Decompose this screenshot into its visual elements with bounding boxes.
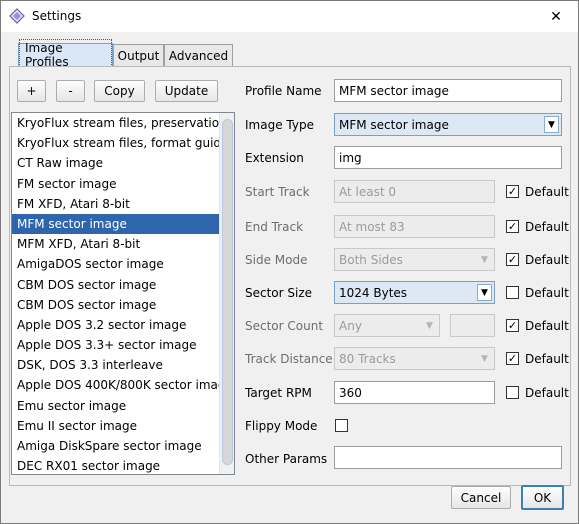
- profile-list-item[interactable]: MFM sector image: [12, 213, 234, 235]
- target-rpm-default-checkbox[interactable]: [506, 386, 519, 399]
- other-params-input[interactable]: [334, 446, 562, 469]
- profile-list-item[interactable]: CBM DOS sector image: [12, 275, 234, 295]
- track-distance-label: Track Distance: [245, 352, 333, 366]
- track-distance-select[interactable]: 80 Tracks ▼: [334, 347, 495, 370]
- title-bar: Settings ✕: [1, 1, 578, 32]
- sector-count-value: Any: [339, 318, 362, 333]
- tab-label: Output: [117, 48, 160, 63]
- sector-count-label: Sector Count: [245, 319, 324, 333]
- image-type-select[interactable]: MFM sector image ▼: [334, 113, 562, 136]
- profile-list-item[interactable]: FM sector image: [12, 174, 234, 194]
- sector-size-label: Sector Size: [245, 286, 313, 300]
- chevron-down-icon[interactable]: ▼: [477, 350, 492, 367]
- profile-list-item[interactable]: Apple DOS 3.3+ sector image: [12, 335, 234, 355]
- profile-list-item[interactable]: DEC RX01 sector image: [12, 456, 234, 474]
- end-track-default-checkbox[interactable]: ✓: [506, 220, 519, 233]
- target-rpm-input[interactable]: 360: [334, 381, 495, 404]
- sector-size-select[interactable]: 1024 Bytes ▼: [334, 281, 495, 304]
- profile-list-items: KryoFlux stream files, preservation KryoF…: [12, 113, 234, 474]
- profile-name-label: Profile Name: [245, 84, 322, 98]
- profile-list-item[interactable]: Emu sector image: [12, 396, 234, 416]
- profile-list-item[interactable]: CBM DOS sector image: [12, 295, 234, 315]
- tab-image-profiles[interactable]: Image Profiles: [18, 39, 113, 71]
- profile-list-item[interactable]: AmigaDOS sector image: [12, 254, 234, 274]
- tab-label: Advanced: [168, 48, 229, 63]
- image-type-label: Image Type: [245, 118, 314, 132]
- profile-list-item[interactable]: FM XFD, Atari 8-bit: [12, 194, 234, 214]
- start-track-default-label: Default: [525, 185, 569, 199]
- sector-size-default-label: Default: [525, 286, 569, 300]
- copy-profile-button[interactable]: Copy: [94, 80, 145, 102]
- image-type-value: MFM sector image: [339, 117, 449, 132]
- side-mode-default-label: Default: [525, 253, 569, 267]
- side-mode-default-checkbox[interactable]: ✓: [506, 253, 519, 266]
- vertical-scrollbar[interactable]: [219, 113, 234, 474]
- target-rpm-label: Target RPM: [245, 386, 312, 400]
- profile-list-item[interactable]: Amiga DiskSpare sector image: [12, 436, 234, 456]
- window-title: Settings: [32, 9, 82, 23]
- track-distance-default-label: Default: [525, 352, 569, 366]
- target-rpm-default-label: Default: [525, 386, 569, 400]
- profile-list[interactable]: KryoFlux stream files, preservation KryoF…: [11, 112, 235, 475]
- chevron-down-icon[interactable]: ▼: [477, 251, 492, 268]
- update-profile-button[interactable]: Update: [155, 80, 218, 102]
- sector-size-value: 1024 Bytes: [339, 285, 408, 300]
- ok-button[interactable]: OK: [521, 485, 564, 510]
- start-track-default-checkbox[interactable]: ✓: [506, 185, 519, 198]
- side-mode-select[interactable]: Both Sides ▼: [334, 248, 495, 271]
- sector-size-default-checkbox[interactable]: [506, 286, 519, 299]
- start-track-input[interactable]: At least 0: [334, 180, 495, 203]
- diamond-icon: [9, 8, 25, 24]
- cancel-button[interactable]: Cancel: [451, 486, 511, 509]
- sector-count-default-label: Default: [525, 319, 569, 333]
- sector-count-input[interactable]: [450, 314, 495, 337]
- track-distance-default-checkbox[interactable]: ✓: [506, 352, 519, 365]
- profile-list-item[interactable]: DSK, DOS 3.3 interleave: [12, 355, 234, 375]
- profile-list-item[interactable]: Apple DOS 400K/800K sector image: [12, 375, 234, 395]
- add-profile-button[interactable]: +: [17, 80, 46, 102]
- flippy-mode-checkbox[interactable]: [335, 419, 348, 432]
- profile-list-item[interactable]: MFM XFD, Atari 8-bit: [12, 234, 234, 254]
- profile-name-input[interactable]: MFM sector image: [334, 79, 562, 102]
- close-icon[interactable]: ✕: [534, 1, 578, 32]
- track-distance-value: 80 Tracks: [339, 351, 396, 366]
- remove-profile-button[interactable]: -: [56, 80, 85, 102]
- other-params-label: Other Params: [245, 452, 328, 466]
- profile-list-item[interactable]: Apple DOS 3.2 sector image: [12, 315, 234, 335]
- chevron-down-icon[interactable]: ▼: [544, 116, 559, 133]
- tab-advanced[interactable]: Advanced: [164, 44, 233, 66]
- flippy-mode-label: Flippy Mode: [245, 419, 318, 433]
- profile-list-item[interactable]: KryoFlux stream files, format guided: [12, 133, 234, 153]
- settings-window: Settings ✕ Image Profiles Output Advance…: [0, 0, 579, 524]
- profile-list-item[interactable]: Emu II sector image: [12, 416, 234, 436]
- extension-label: Extension: [245, 151, 304, 165]
- profile-list-item[interactable]: KryoFlux stream files, preservation: [12, 113, 234, 133]
- scrollbar-thumb[interactable]: [222, 119, 233, 465]
- tab-output[interactable]: Output: [113, 44, 164, 66]
- chevron-down-icon[interactable]: ▼: [422, 317, 437, 334]
- end-track-default-label: Default: [525, 220, 569, 234]
- side-mode-label: Side Mode: [245, 253, 308, 267]
- sector-count-default-checkbox[interactable]: ✓: [506, 319, 519, 332]
- side-mode-value: Both Sides: [339, 252, 403, 267]
- sector-count-select[interactable]: Any ▼: [334, 314, 440, 337]
- end-track-input[interactable]: At most 83: [334, 215, 495, 238]
- chevron-down-icon[interactable]: ▼: [477, 284, 492, 301]
- extension-input[interactable]: img: [334, 146, 562, 169]
- start-track-label: Start Track: [245, 185, 310, 199]
- profile-list-item[interactable]: CT Raw image: [12, 153, 234, 173]
- end-track-label: End Track: [245, 220, 304, 234]
